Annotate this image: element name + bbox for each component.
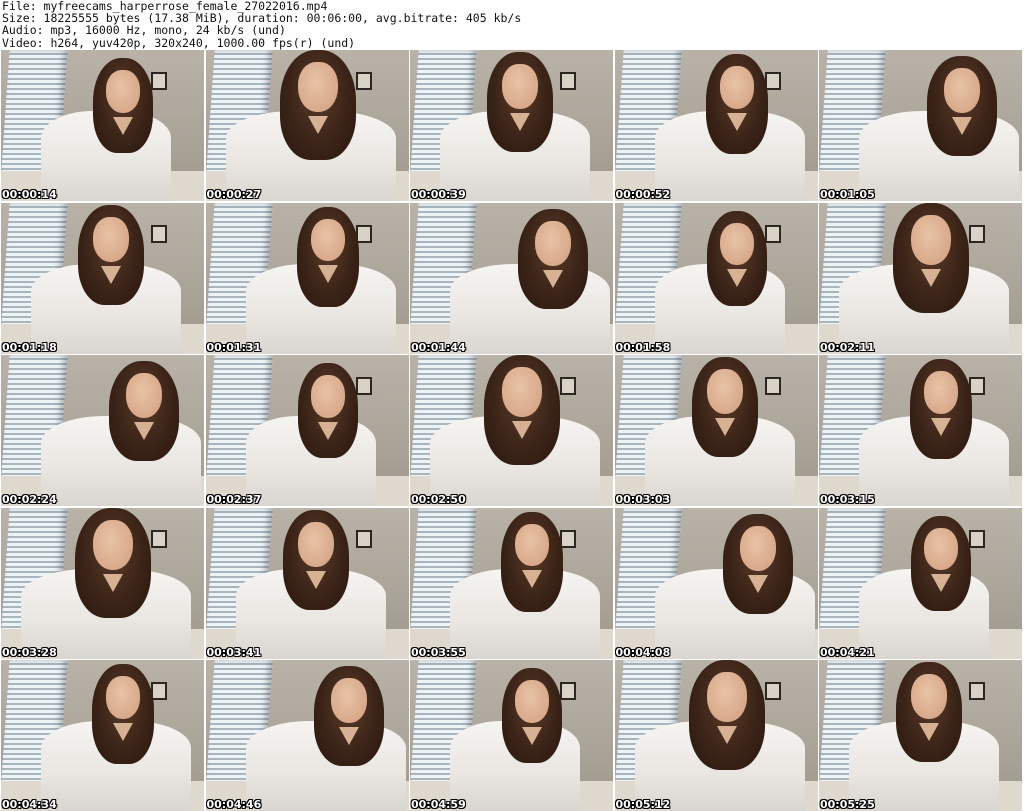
thumbnail-timestamp: 00:03:15 <box>820 493 875 506</box>
thumbnail-timestamp: 00:03:03 <box>615 493 671 506</box>
thumbnail-frame-image <box>205 660 409 811</box>
thumbnail-frame-image <box>819 507 1022 659</box>
thumbnail-timestamp: 00:04:08 <box>615 645 671 659</box>
thumbnail-frame-image <box>410 507 613 659</box>
thumbnail-frame-image <box>205 202 409 354</box>
audio-info-line: Audio: mp3, 16000 Hz, mono, 24 kb/s (und… <box>2 23 286 38</box>
thumbnail-frame-image <box>410 50 613 201</box>
thumbnail-frame-image <box>614 50 818 201</box>
thumbnail-timestamp: 00:05:12 <box>615 798 671 811</box>
thumbnail-timestamp: 00:03:28 <box>2 645 57 659</box>
thumbnail-timestamp: 00:02:24 <box>2 493 57 506</box>
thumbnail-frame-image <box>1 660 204 811</box>
thumbnail-frame-image <box>1 202 204 354</box>
thumbnail-frame-image <box>819 355 1022 506</box>
thumbnail-timestamp: 00:05:25 <box>820 798 875 811</box>
video-thumbnail: 00:00:27 <box>205 50 409 201</box>
thumbnail-frame-image <box>614 660 818 811</box>
video-thumbnail: 00:00:39 <box>410 50 613 201</box>
thumbnail-frame-image <box>1 50 204 201</box>
thumbnail-timestamp: 00:01:31 <box>206 340 262 354</box>
video-thumbnail: 00:02:37 <box>205 355 409 506</box>
thumbnail-frame-image <box>205 50 409 201</box>
video-thumbnail: 00:01:18 <box>1 202 204 354</box>
video-thumbnail: 00:02:11 <box>819 202 1022 354</box>
video-thumbnail: 00:01:58 <box>614 202 818 354</box>
video-thumbnail: 00:04:21 <box>819 507 1022 659</box>
thumbnail-frame-image <box>614 507 818 659</box>
video-thumbnail: 00:01:44 <box>410 202 613 354</box>
thumbnail-frame-image <box>205 507 409 659</box>
thumbnail-timestamp: 00:01:44 <box>411 340 466 354</box>
thumbnail-timestamp: 00:04:34 <box>2 798 57 811</box>
video-thumbnail: 00:04:08 <box>614 507 818 659</box>
thumbnail-timestamp: 00:02:11 <box>820 340 875 354</box>
thumbnail-timestamp: 00:02:37 <box>206 493 262 506</box>
video-thumbnail: 00:05:12 <box>614 660 818 811</box>
thumbnail-timestamp: 00:03:55 <box>411 645 466 659</box>
thumbnail-timestamp: 00:02:50 <box>411 493 466 506</box>
thumbnail-frame-image <box>410 202 613 354</box>
thumbnail-timestamp: 00:00:52 <box>615 188 671 201</box>
video-thumbnail: 00:05:25 <box>819 660 1022 811</box>
thumbnail-timestamp: 00:03:41 <box>206 645 262 659</box>
video-thumbnail: 00:00:14 <box>1 50 204 201</box>
thumbnail-frame-image <box>614 355 818 506</box>
video-thumbnail: 00:03:55 <box>410 507 613 659</box>
video-thumbnail: 00:01:31 <box>205 202 409 354</box>
thumbnail-timestamp: 00:04:21 <box>820 645 875 659</box>
video-thumbnail: 00:00:52 <box>614 50 818 201</box>
thumbnail-frame-image <box>205 355 409 506</box>
thumbnail-frame-image <box>1 507 204 659</box>
thumbnail-timestamp: 00:00:27 <box>206 188 262 201</box>
thumbnail-grid: 00:00:14 00:00:27 00:00:39 00:00:52 00:01:05… <box>1 50 1024 811</box>
thumbnail-frame-image <box>819 202 1022 354</box>
video-thumbnail: 00:04:46 <box>205 660 409 811</box>
thumbnail-frame-image <box>1 355 204 506</box>
video-thumbnail: 00:04:59 <box>410 660 613 811</box>
thumbnail-frame-image <box>410 355 613 506</box>
file-info-header: File: myfreecams_harperrose_female_27022… <box>2 0 1022 49</box>
thumbnail-frame-image <box>410 660 613 811</box>
video-info-line: Video: h264, yuv420p, 320x240, 1000.00 f… <box>2 35 356 50</box>
video-thumbnail: 00:02:50 <box>410 355 613 506</box>
thumbnail-timestamp: 00:04:59 <box>411 798 466 811</box>
video-thumbnail: 00:02:24 <box>1 355 204 506</box>
thumbnail-timestamp: 00:00:39 <box>411 188 466 201</box>
thumbnail-timestamp: 00:01:05 <box>820 188 875 201</box>
video-thumbnail: 00:04:34 <box>1 660 204 811</box>
thumbnail-timestamp: 00:00:14 <box>2 188 57 201</box>
thumbnail-timestamp: 00:01:18 <box>2 340 57 354</box>
thumbnail-frame-image <box>819 660 1022 811</box>
thumbnail-timestamp: 00:04:46 <box>206 798 262 811</box>
video-thumbnail: 00:03:03 <box>614 355 818 506</box>
video-thumbnail: 00:01:05 <box>819 50 1022 201</box>
thumbnail-frame-image <box>614 202 818 354</box>
video-thumbnail: 00:03:15 <box>819 355 1022 506</box>
thumbnail-timestamp: 00:01:58 <box>615 340 671 354</box>
video-thumbnail: 00:03:41 <box>205 507 409 659</box>
video-thumbnail: 00:03:28 <box>1 507 204 659</box>
thumbnail-frame-image <box>819 50 1022 201</box>
